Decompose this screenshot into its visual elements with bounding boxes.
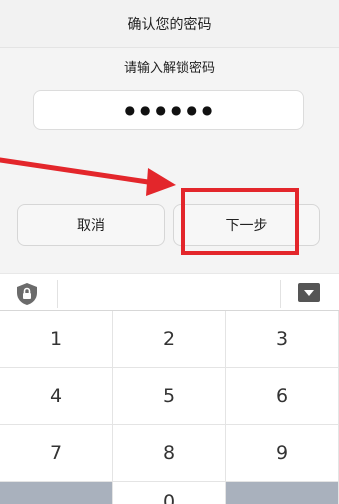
key-4[interactable]: 4 bbox=[0, 368, 113, 425]
key-9[interactable]: 9 bbox=[226, 425, 339, 482]
key-0[interactable]: 0 bbox=[113, 482, 226, 504]
key-delete[interactable] bbox=[226, 482, 339, 504]
key-3[interactable]: 3 bbox=[226, 311, 339, 368]
shield-icon[interactable] bbox=[15, 282, 39, 306]
key-8[interactable]: 8 bbox=[113, 425, 226, 482]
numeric-keypad: 123 456 7890 bbox=[0, 311, 339, 504]
toolbar-divider bbox=[57, 280, 58, 308]
key-1[interactable]: 1 bbox=[0, 311, 113, 368]
key-5[interactable]: 5 bbox=[113, 368, 226, 425]
hide-keyboard-icon[interactable] bbox=[298, 283, 320, 302]
key-7[interactable]: 7 bbox=[0, 425, 113, 482]
key-2[interactable]: 2 bbox=[113, 311, 226, 368]
key-6[interactable]: 6 bbox=[226, 368, 339, 425]
key-left[interactable] bbox=[0, 482, 113, 504]
toolbar-divider bbox=[280, 280, 281, 308]
keyboard-toolbar bbox=[0, 273, 339, 311]
